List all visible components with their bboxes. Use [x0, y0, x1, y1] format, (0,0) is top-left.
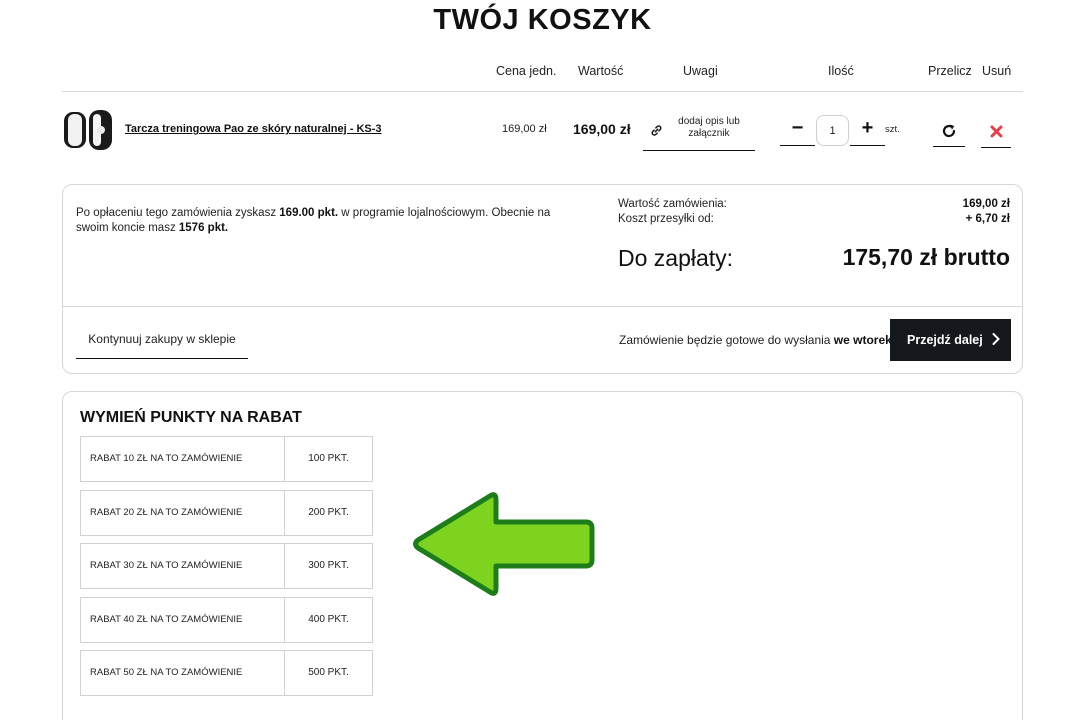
- reward-label: RABAT 20 ZŁ NA TO ZAMÓWIENIE: [81, 491, 285, 535]
- reward-points: 200 PKT.: [308, 507, 349, 518]
- reward-option[interactable]: RABAT 20 ZŁ NA TO ZAMÓWIENIE 200 PKT.: [80, 490, 373, 536]
- order-value-label: Wartość zamówienia:: [618, 198, 727, 210]
- reward-label: RABAT 10 ZŁ NA TO ZAMÓWIENIE: [81, 437, 285, 481]
- reward-option[interactable]: RABAT 40 ZŁ NA TO ZAMÓWIENIE 400 PKT.: [80, 597, 373, 643]
- shipping-label: Koszt przesyłki od:: [618, 213, 714, 225]
- reward-option[interactable]: RABAT 30 ZŁ NA TO ZAMÓWIENIE 300 PKT.: [80, 543, 373, 589]
- reward-label: RABAT 40 ZŁ NA TO ZAMÓWIENIE: [81, 598, 285, 642]
- reward-option[interactable]: RABAT 50 ZŁ NA TO ZAMÓWIENIE 500 PKT.: [80, 650, 373, 696]
- redeem-points-title: WYMIEŃ PUNKTY NA RABAT: [80, 409, 302, 426]
- order-summary-panel: Po opłaceniu tego zamówienia zyskasz 169…: [62, 184, 1023, 374]
- total-value: 175,70 zł brutto: [842, 244, 1010, 270]
- shipping-value: + 6,70 zł: [965, 213, 1010, 225]
- reward-points: 100 PKT.: [308, 453, 349, 464]
- header-quantity: Ilość: [828, 64, 854, 78]
- reward-points: 500 PKT.: [308, 667, 349, 678]
- header-value: Wartość: [578, 64, 624, 78]
- cart-item-row: Tarcza treningowa Pao ze skóry naturalne…: [62, 92, 1023, 172]
- reward-points: 400 PKT.: [308, 614, 349, 625]
- item-unit-price: 169,00 zł: [502, 123, 547, 135]
- quantity-increase-button[interactable]: +: [850, 116, 885, 146]
- quantity-unit: szt.: [885, 124, 900, 135]
- add-note-label: dodaj opis lub załącznik: [678, 116, 740, 139]
- link-icon: [643, 120, 669, 140]
- add-note-button[interactable]: dodaj opis lub załącznik: [643, 116, 755, 151]
- summary-divider: [63, 306, 1022, 307]
- proceed-button[interactable]: Przejdź dalej: [890, 319, 1011, 361]
- total-label: Do zapłaty:: [618, 245, 734, 271]
- product-name-link[interactable]: Tarcza treningowa Pao ze skóry naturalne…: [125, 123, 382, 135]
- continue-shopping-link[interactable]: Kontynuuj zakupy w sklepie: [76, 320, 248, 359]
- order-value: 169,00 zł: [962, 198, 1010, 210]
- arrow-left-icon: [413, 492, 595, 596]
- plus-icon: +: [861, 117, 874, 139]
- minus-icon: −: [791, 117, 804, 139]
- reward-label: RABAT 50 ZŁ NA TO ZAMÓWIENIE: [81, 651, 285, 695]
- refresh-icon: [942, 124, 956, 138]
- points-gain: 169.00 pkt.: [279, 207, 339, 219]
- remove-item-button[interactable]: [981, 116, 1011, 148]
- proceed-label: Przejdź dalej: [907, 333, 983, 347]
- shipping-readiness-text: Zamówienie będzie gotowe do wysłania we …: [619, 333, 892, 347]
- header-recalculate: Przelicz: [928, 64, 972, 78]
- header-unit-price: Cena jedn.: [496, 64, 557, 78]
- points-balance: 1576 pkt.: [178, 222, 229, 234]
- item-value: 169,00 zł: [573, 121, 631, 137]
- header-notes: Uwagi: [683, 64, 718, 78]
- header-remove: Usuń: [982, 64, 1012, 78]
- close-icon: [990, 125, 1002, 138]
- ready-day: we wtorek: [833, 333, 892, 347]
- quantity-input[interactable]: [816, 115, 849, 146]
- loyalty-info: Po opłaceniu tego zamówienia zyskasz 169…: [76, 207, 551, 234]
- recalculate-button[interactable]: [933, 116, 965, 147]
- reward-points: 300 PKT.: [308, 560, 349, 571]
- cart-table-header: Cena jedn. Wartość Uwagi Ilość Przelicz …: [62, 64, 1023, 92]
- chevron-right-icon: [992, 333, 1000, 345]
- quantity-decrease-button[interactable]: −: [780, 116, 815, 146]
- page-title: TWÓJ KOSZYK: [433, 4, 652, 36]
- reward-option[interactable]: RABAT 10 ZŁ NA TO ZAMÓWIENIE 100 PKT.: [80, 436, 373, 482]
- product-image[interactable]: [62, 108, 114, 152]
- reward-label: RABAT 30 ZŁ NA TO ZAMÓWIENIE: [81, 544, 285, 588]
